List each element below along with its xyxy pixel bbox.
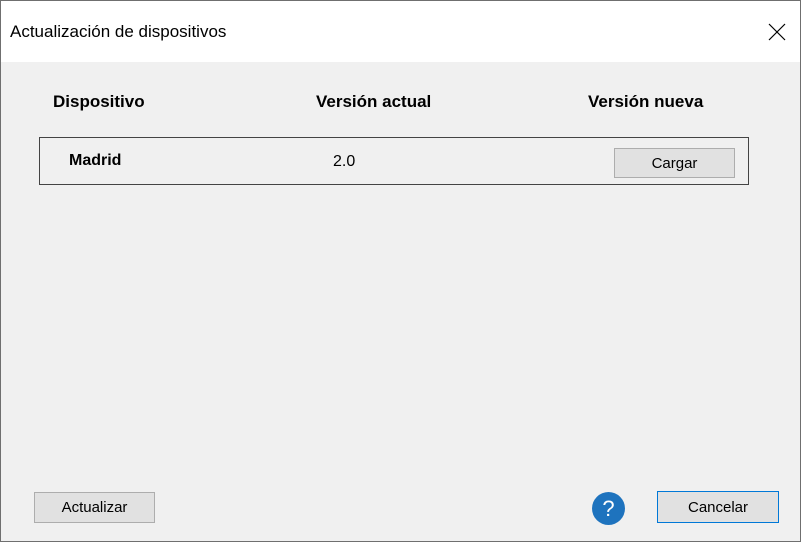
column-header-new-version: Versión nueva	[588, 92, 704, 111]
column-header-current-version: Versión actual	[316, 92, 432, 111]
column-header-device: Dispositivo	[53, 92, 145, 111]
device-name: Madrid	[69, 152, 122, 169]
close-icon	[768, 23, 786, 41]
device-row: Madrid 2.0 Cargar	[39, 137, 749, 185]
close-button[interactable]	[754, 10, 800, 54]
title-bar: Actualización de dispositivos	[1, 1, 800, 62]
device-current-version: 2.0	[333, 153, 356, 170]
window-title: Actualización de dispositivos	[10, 22, 227, 41]
cancel-button[interactable]: Cancelar	[657, 491, 779, 523]
update-devices-dialog: Actualización de dispositivos Dispositiv…	[0, 0, 801, 542]
help-icon[interactable]: ?	[592, 492, 625, 525]
load-button[interactable]: Cargar	[614, 148, 735, 178]
update-button[interactable]: Actualizar	[34, 492, 155, 523]
